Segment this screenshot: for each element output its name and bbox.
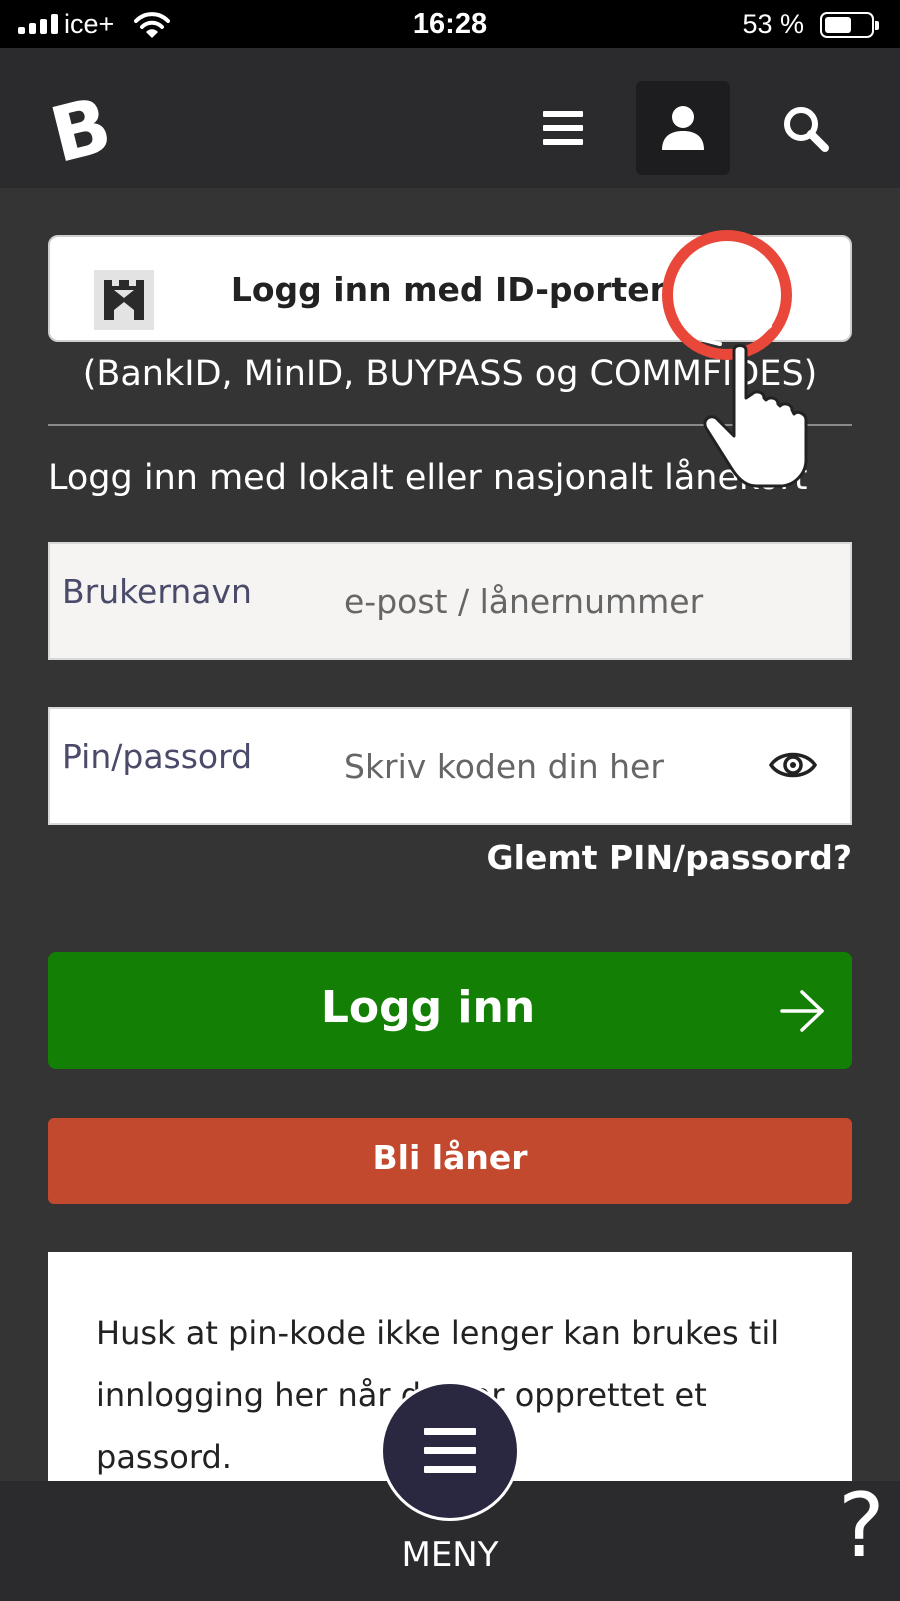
- bottom-menu-button[interactable]: [380, 1381, 520, 1521]
- username-label: Brukernavn: [62, 572, 252, 611]
- password-input[interactable]: [344, 739, 764, 793]
- menu-label: MENY: [401, 1535, 499, 1575]
- hamburger-menu-icon: [424, 1428, 476, 1473]
- hamburger-menu-icon: [543, 111, 583, 145]
- user-icon: [662, 106, 704, 150]
- help-icon[interactable]: ?: [838, 1476, 885, 1576]
- site-header: B: [0, 48, 900, 188]
- menu-button[interactable]: [516, 81, 610, 175]
- login-button[interactable]: Logg inn: [48, 952, 852, 1069]
- status-bar: ice+ 16:28 53 %: [0, 0, 900, 48]
- password-field[interactable]: Pin/passord: [48, 707, 852, 825]
- tap-hand-icon: [702, 310, 808, 488]
- username-field[interactable]: Brukernavn: [48, 542, 852, 660]
- forgot-password-link[interactable]: Glemt PIN/passord?: [487, 838, 852, 877]
- login-label: Logg inn: [320, 982, 536, 1033]
- search-icon: [784, 107, 829, 152]
- battery-icon: [820, 12, 879, 38]
- register-button[interactable]: Bli låner: [48, 1118, 852, 1204]
- site-logo[interactable]: B: [42, 80, 120, 180]
- username-input[interactable]: [344, 574, 764, 628]
- password-label: Pin/passord: [62, 737, 253, 776]
- user-button[interactable]: [636, 81, 730, 175]
- search-button[interactable]: [758, 81, 852, 175]
- eye-icon[interactable]: [768, 745, 818, 785]
- register-label: Bli låner: [372, 1138, 528, 1177]
- battery-percentage: 53 %: [742, 9, 804, 39]
- arrow-right-icon: [780, 990, 824, 1032]
